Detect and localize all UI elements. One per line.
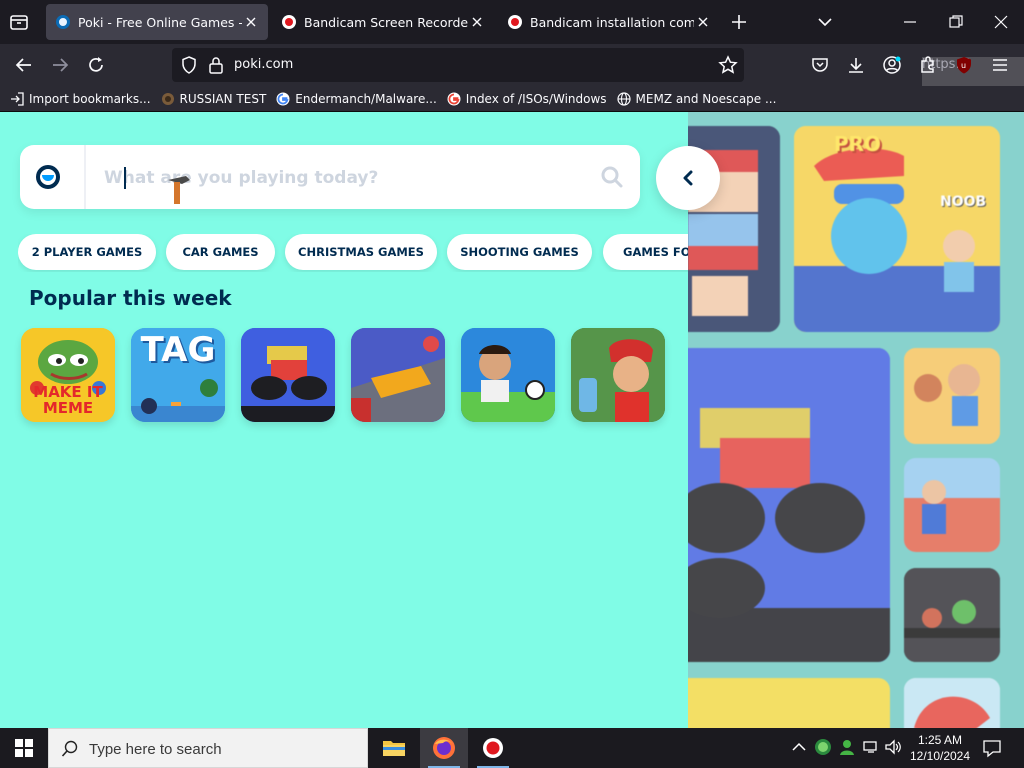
start-button[interactable] [0,728,48,768]
minimize-icon[interactable] [902,14,918,30]
clock-date: 12/10/2024 [909,749,971,763]
extensions-icon[interactable] [918,55,938,75]
bookmark-star-icon[interactable] [718,55,738,75]
all-tabs-icon[interactable] [8,11,30,33]
lock-icon[interactable] [208,56,224,74]
search-box [20,145,640,209]
bookmark-isos-windows[interactable]: Index of /ISOs/Windows [447,92,607,106]
tray-people-icon[interactable] [838,738,856,756]
system-clock[interactable]: 1:25 AM 12/10/2024 [906,732,974,764]
tab-title: Bandicam Screen Recorder Dow [304,14,468,30]
tab-title: Bandicam installation complete [530,14,694,30]
close-tab-icon[interactable] [694,13,712,31]
close-tab-icon[interactable] [468,13,486,31]
reload-icon[interactable] [86,55,106,75]
tab-strip: Poki - Free Online Games - Play Bandicam… [0,0,1024,44]
globe-icon [161,92,174,105]
game-tile-monster-tracks[interactable] [241,328,335,422]
search-icon[interactable] [600,165,624,189]
network-icon[interactable] [862,738,880,756]
back-arrow-icon[interactable] [14,55,34,75]
category-chips: 2 PLAYER GAMES CAR GAMES CHRISTMAS GAMES… [18,234,688,272]
download-icon[interactable] [846,55,866,75]
chip-christmas-games[interactable]: CHRISTMAS GAMES [285,234,437,270]
volume-icon[interactable] [884,738,902,756]
navigation-toolbar: https://poki.com u 6 [0,44,1024,673]
account-icon[interactable] [882,55,902,75]
tab-bandicam-download[interactable]: Bandicam Screen Recorder Dow [272,4,494,40]
game-tile-make-it-meme[interactable]: MAKE IT MEME [21,328,115,422]
taskbar-search-box[interactable]: Type here to search [48,728,368,768]
game-tile-car-racing[interactable] [351,328,445,422]
forward-arrow-icon[interactable] [50,55,70,75]
restore-icon[interactable] [948,14,964,30]
chip-shooting-games[interactable]: SHOOTING GAMES [447,234,592,270]
chip-car-games[interactable]: CAR GAMES [166,234,275,270]
url-text[interactable]: https://poki.com [234,57,1024,673]
text-caret [124,167,126,189]
notification-icon[interactable] [982,738,1002,758]
bookmark-memz[interactable]: MEMZ and Noescape ... [616,91,776,106]
bandicam-record-icon [508,15,522,29]
close-tab-icon[interactable] [242,13,260,31]
bandicam-record-icon [282,15,296,29]
google-icon [447,92,461,105]
close-search-button[interactable] [656,146,720,210]
search-divider [84,145,86,209]
section-title: Popular this week [29,286,232,310]
taskbar-bandicam[interactable] [469,728,517,768]
game-label: TAG [140,330,216,370]
tab-poki[interactable]: Poki - Free Online Games - Play [46,4,268,40]
bookmark-import[interactable]: Import bookmarks... [10,92,151,106]
chevron-up-icon[interactable] [790,738,808,756]
bookmark-endermanch[interactable]: Endermanch/Malware... [276,92,437,106]
hamburger-menu-icon[interactable] [990,55,1010,75]
ublock-shield-icon[interactable]: u [954,55,974,75]
google-icon [276,92,290,105]
background-dim-overlay [688,112,1024,728]
poki-page: PRO NOOB What are you playing today? 2 P… [0,112,1024,728]
address-bar[interactable]: https://poki.com [172,48,1024,673]
game-tile-subway-surfers[interactable] [571,328,665,422]
new-tab-icon[interactable] [730,13,748,31]
shield-icon[interactable] [180,56,198,74]
game-tile-tag[interactable]: TAG [131,328,225,422]
mouse-cursor-icon [168,176,190,204]
bookmark-russian-test[interactable]: RUSSIAN TEST [161,92,266,106]
firefox-icon [433,737,455,759]
globe-icon [616,91,631,106]
game-label: MAKE IT MEME [33,383,103,417]
taskbar-firefox[interactable] [420,728,468,768]
tab-bandicam-install[interactable]: Bandicam installation complete [498,4,720,40]
poki-logo-icon[interactable] [36,165,60,189]
taskbar-file-explorer[interactable] [370,728,418,768]
chevron-left-icon [683,170,693,186]
chip-2-player-games[interactable]: 2 PLAYER GAMES [18,234,156,270]
chevron-down-icon[interactable] [818,16,832,28]
svg-text:u: u [961,61,966,70]
poki-logo-icon [56,15,70,29]
bookmarks-toolbar: Import bookmarks... RUSSIAN TEST Enderma… [0,86,1024,112]
close-window-icon[interactable] [993,14,1009,30]
tray-app-icon[interactable] [814,738,832,756]
import-icon [11,91,24,106]
pocket-icon[interactable] [810,55,830,75]
taskbar-search-placeholder: Type here to search [89,741,222,758]
chip-games-for-girls[interactable]: GAMES FOR GIRLS [603,234,688,270]
windows-taskbar: Type here to search 1:25 AM 12/10/2024 [0,728,1024,768]
folder-icon [383,741,405,756]
clock-time: 1:25 AM [917,733,963,747]
windows-logo-icon [15,739,33,757]
game-tile-football-legends[interactable] [461,328,555,422]
tab-title: Poki - Free Online Games - Play [78,14,242,30]
search-icon [61,740,78,757]
bandicam-record-icon [483,738,503,758]
